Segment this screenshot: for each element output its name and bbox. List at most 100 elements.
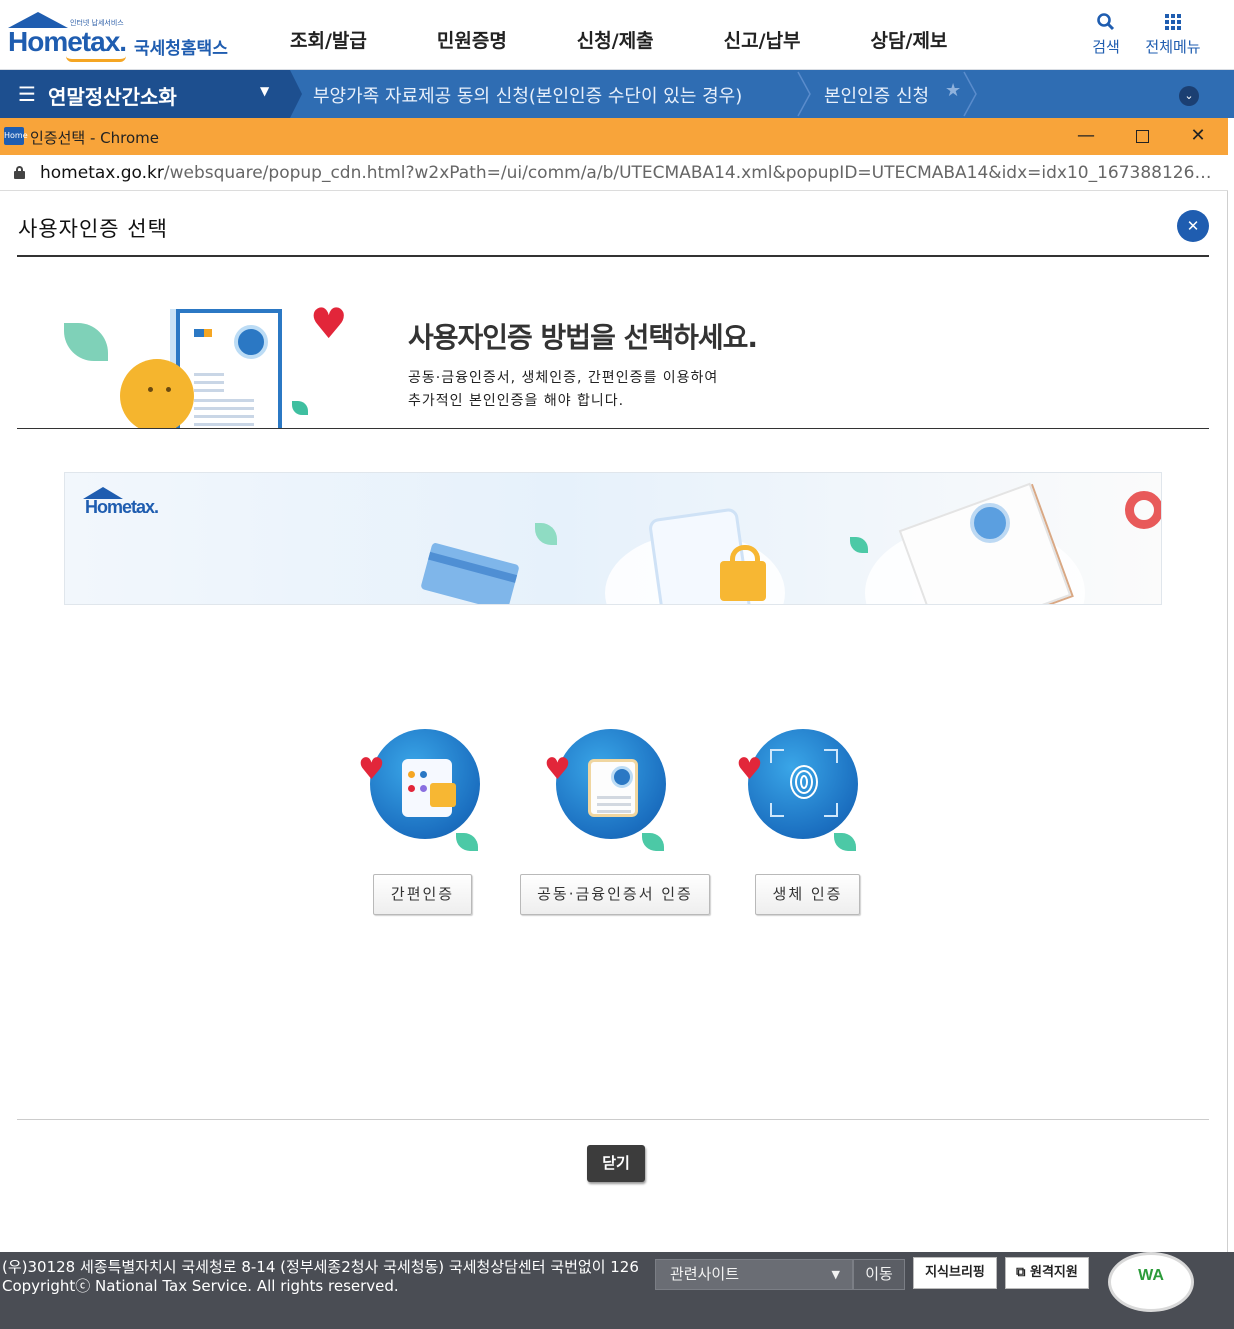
key-icon [1125,491,1161,529]
leaf-icon [456,833,478,851]
nav-item-report[interactable]: 신고/납부 [724,26,801,53]
maximize-icon [1135,129,1149,143]
site-footer: (우)30128 세종특별자치시 국세청로 8-14 (정부세종2청사 국세청동… [0,1252,1234,1329]
popup-close-button[interactable]: ✕ [1177,210,1209,242]
bottom-divider [17,1119,1209,1120]
leaf-icon [642,833,664,851]
banner-logo: Hometax. [85,497,159,517]
heart-icon: ♥ [544,752,571,787]
padlock-icon [430,783,456,807]
title-divider [17,255,1209,257]
header-allmenu-button[interactable]: 전체메뉴 [1140,12,1206,57]
address-bar[interactable]: hometax.go.kr/websquare/popup_cdn.html?w… [0,155,1228,191]
breadcrumb: ☰ 연말정산간소화 ▼ 부양가족 자료제공 동의 신청(본인인증 수단이 있는 … [0,70,1234,118]
grid-menu-icon [1140,12,1206,36]
intro-divider [17,428,1209,429]
medal-icon [970,503,1010,543]
certificate-auth-illustration[interactable]: ♥ [544,729,670,859]
fingerprint-icon [770,749,838,817]
header-search-button[interactable]: 검색 [1088,12,1124,57]
breadcrumb-menu-label: 연말정산간소화 [48,85,177,109]
search-icon [1088,12,1124,36]
lock-icon [14,166,25,179]
knowledge-briefing-button[interactable]: 지식브리핑 [913,1257,997,1289]
medal-icon [611,766,633,788]
caret-down-icon: ▼ [831,1268,840,1281]
heart-icon: ♥ [358,752,385,787]
nav-item-certificate[interactable]: 민원증명 [437,26,507,53]
window-close-button[interactable]: ✕ [1178,122,1218,150]
related-sites-select[interactable]: 관련사이트 ▼ [655,1259,853,1290]
minimize-icon: — [1077,125,1095,146]
intro-description-line1: 공동·금융인증서, 생체인증, 간편인증를 이용하여 [408,370,719,386]
web-accessibility-mark-icon: WA [1108,1252,1194,1312]
heart-icon: ♥ [310,301,348,348]
certificate-auth-button[interactable]: 공동·금융인증서 인증 [520,874,710,915]
padlock-icon [720,545,766,601]
caret-down-icon: ▼ [260,84,270,98]
site-header: 인터넷 납세서비스 Hometax. 국세청홈택스 조회/발급 민원증명 신청/… [0,0,1234,70]
hometax-app-icon: Home [4,127,28,145]
nav-item-consult[interactable]: 상담/제보 [871,26,948,53]
footer-address: (우)30128 세종특별자치시 국세청로 8-14 (정부세종2청사 국세청동… [2,1258,639,1276]
breadcrumb-item-consent[interactable]: 부양가족 자료제공 동의 신청(본인인증 수단이 있는 경우) [313,82,742,108]
popup-window-title: 인증선택 - Chrome [30,129,159,147]
url-text[interactable]: hometax.go.kr/websquare/popup_cdn.html?w… [40,163,1215,183]
footer-copyright: Copyrightⓒ National Tax Service. All rig… [2,1277,399,1295]
badge-icon [234,325,268,359]
logo-swoosh-icon [66,56,126,62]
breadcrumb-chevron-icon [797,71,811,117]
biometric-auth-button[interactable]: 생체 인증 [755,874,860,915]
close-button[interactable]: 닫기 [587,1145,645,1182]
url-host: hometax.go.kr [40,163,164,183]
chevron-down-icon: ⌄ [1184,89,1194,102]
url-path: /websquare/popup_cdn.html?w2xPath=/ui/co… [163,163,1215,183]
related-sites-value: 관련사이트 [670,1265,740,1283]
breadcrumb-menu-dropdown[interactable]: ☰ 연말정산간소화 ▼ [0,70,290,118]
remote-support-button[interactable]: ⧉ 원격지원 [1005,1257,1089,1289]
popup-content: 사용자인증 선택 ✕ ♥ 사용자인증 방법을 선택하세요. 공동·금융인증서, … [0,191,1228,1252]
minimize-button[interactable]: — [1066,122,1106,150]
popup-window-titlebar[interactable]: Home 인증선택 - Chrome — ✕ [0,118,1228,155]
maximize-button[interactable] [1122,122,1162,150]
breadcrumb-item-auth[interactable]: 본인인증 신청 [824,82,929,108]
close-icon: ✕ [1186,217,1200,235]
leaf-icon [292,401,308,415]
simple-auth-illustration[interactable]: ♥ [358,729,484,859]
certificate-icon [588,759,638,817]
favorite-star-icon[interactable]: ★ [945,80,961,101]
smiley-face-icon [120,359,194,429]
close-icon: ✕ [1190,125,1206,146]
intro-heading: 사용자인증 방법을 선택하세요. [408,321,758,354]
go-button[interactable]: 이동 [853,1259,905,1290]
logo-wordmark: Hometax. [8,26,127,57]
intro-description-line2: 추가적인 본인인증을 해야 합니다. [408,393,625,409]
logo-korean: 국세청홈택스 [134,39,228,59]
nav-item-apply[interactable]: 신청/제출 [577,26,654,53]
remote-support-icon: ⧉ [1016,1265,1026,1280]
credit-card-icon [420,542,520,604]
phone-lock-icon [402,759,456,817]
header-search-label: 검색 [1092,38,1120,56]
leaf-icon [535,523,557,545]
nav-item-inquiry[interactable]: 조회/발급 [290,26,367,53]
leaf-icon [834,833,856,851]
hamburger-icon: ☰ [18,82,36,106]
remote-support-label: 원격지원 [1029,1265,1078,1280]
breadcrumb-expand-button[interactable]: ⌄ [1179,86,1199,106]
certificate-paper-icon [898,482,1072,604]
header-allmenu-label: 전체메뉴 [1145,38,1201,56]
breadcrumb-chevron-icon [963,71,977,117]
main-nav: 조회/발급 민원증명 신청/제출 신고/납부 상담/제보 [290,26,1017,53]
heart-icon: ♥ [736,752,763,787]
popup-title: 사용자인증 선택 [18,217,168,241]
biometric-auth-illustration[interactable]: ♥ [736,729,862,859]
simple-auth-button[interactable]: 간편인증 [373,874,472,915]
hometax-logo[interactable]: 인터넷 납세서비스 Hometax. 국세청홈택스 [6,8,236,64]
leaf-icon [64,323,108,361]
hometax-banner: Hometax. [64,472,1162,605]
leaf-icon [850,537,868,553]
document-icon [176,309,282,429]
breadcrumb-separator [290,70,302,118]
intro-illustration: ♥ [60,301,360,429]
